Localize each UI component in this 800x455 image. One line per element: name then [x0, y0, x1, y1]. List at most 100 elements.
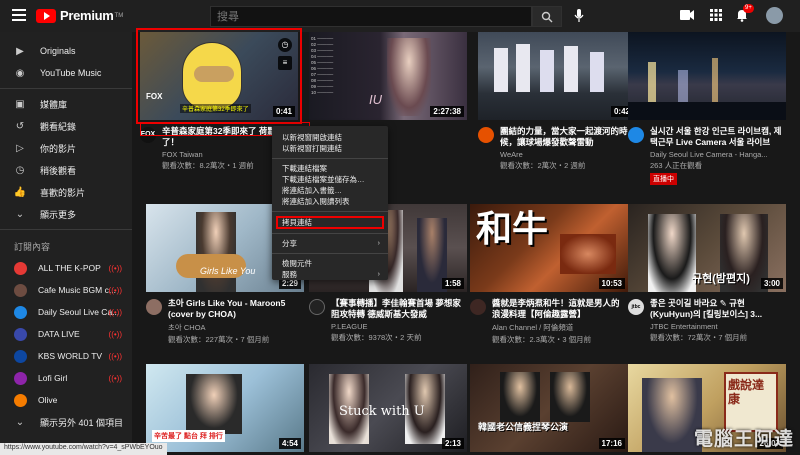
channel-avatar [14, 393, 27, 407]
channel-item[interactable]: KBS WORLD TV ((•)) [0, 345, 132, 367]
menu-item-open-new-window[interactable]: 以新視窗開啟連結 [272, 132, 388, 143]
video-thumbnail[interactable]: 01 ───── 02 ───── 03 ───── 04 ───── 05 ─────… [309, 32, 467, 120]
video-thumbnail[interactable]: 규현(밤편지) 3:00 [628, 204, 786, 292]
menu-item-add-bookmark[interactable]: 將連結加入書籤… [272, 185, 388, 196]
originals-icon: ▶ [16, 45, 24, 57]
video-title[interactable]: 실시간 서울 한강 인근트 라이브캠, 제택근무 Live Camera 서울 … [650, 126, 784, 148]
microphone-icon[interactable] [574, 9, 584, 23]
video-card[interactable]: 和牛 10:53 醬就是李炳焄和牛！這就是男人的浪漫料理【阿倫趣露營】 Alan… [470, 204, 628, 345]
video-title[interactable]: 團結的力量，當大家一起渡河的時候，讓球場爆發歡聲雷動 [500, 126, 634, 148]
video-card[interactable]: 01 ───── 02 ───── 03 ───── 04 ───── 05 ─────… [309, 32, 467, 120]
menu-item-download-save-as[interactable]: 下載連結檔案並儲存為… [272, 174, 388, 185]
video-stats: 觀看次數：72萬次・7 個月前 [650, 333, 748, 342]
sidebar-item-show-more[interactable]: ⌄ 顯示更多 [0, 203, 132, 225]
channel-item[interactable]: DATA LIVE ((•)) [0, 323, 132, 345]
sidebar-item-liked[interactable]: 👍 喜歡的影片 [0, 181, 132, 203]
video-channel[interactable]: Alan Channel / 阿倫頻道 [492, 322, 626, 333]
menu-icon[interactable] [12, 9, 26, 21]
video-card[interactable]: 규현(밤편지) 3:00 jtbc 좋은 곳이길 바라요 ✎ 규현 (KyuHy… [628, 204, 786, 343]
video-channel[interactable]: 초아 CHOA [168, 322, 302, 333]
video-card[interactable]: 辛苦最了 點台 拜 排行 4:54 [146, 364, 304, 452]
search-input[interactable] [210, 6, 532, 27]
video-title[interactable]: 초아 Girls Like You - Maroon5 (cover by CH… [168, 298, 302, 320]
video-channel[interactable]: JTBC Entertainment [650, 322, 784, 331]
video-thumbnail[interactable] [628, 32, 786, 120]
channel-item[interactable]: ALL THE K-POP ((•)) [0, 257, 132, 279]
highlight-box [136, 28, 302, 124]
apps-grid-icon[interactable] [710, 9, 722, 21]
video-thumbnail[interactable]: 和牛 10:53 [470, 204, 628, 292]
menu-item-copy-link[interactable]: 拷貝連結 [276, 216, 384, 229]
context-menu: 以新視窗開啟連結 以新視窗打開連結 下載連結檔案 下載連結檔案並儲存為… 將連結… [272, 126, 388, 280]
person-figure [550, 372, 590, 422]
channel-item[interactable]: Daily Seoul Live Ca... ((•)) [0, 301, 132, 323]
divider [0, 88, 132, 89]
channel-item[interactable]: Olive [0, 389, 132, 411]
menu-item-download-link[interactable]: 下載連結檔案 [272, 163, 388, 174]
building-light [648, 62, 656, 102]
video-card[interactable]: 실시간 서울 한강 인근트 라이브캠, 제택근무 Live Camera 서울 … [628, 32, 786, 185]
subscriptions-heading: 訂閱內容 [14, 242, 51, 252]
video-thumbnail[interactable]: Stuck with U 2:13 [309, 364, 467, 452]
menu-item-share[interactable]: 分享 › [272, 238, 388, 249]
video-channel[interactable]: Daily Seoul Live Camera - Hanga... [650, 150, 784, 159]
video-title[interactable]: 醬就是李炳焄和牛！這就是男人的浪漫料理【阿倫趣露營】 [492, 298, 626, 320]
channel-avatar [14, 371, 27, 385]
video-title[interactable]: 좋은 곳이길 바라요 ✎ 규현 (KyuHyun)의 [킬링보이스] 3... [650, 298, 784, 320]
channel-avatar[interactable] [146, 299, 162, 315]
avatar[interactable] [766, 7, 783, 24]
create-video-icon[interactable] [680, 9, 694, 21]
sidebar-item-history[interactable]: ↺ 觀看紀錄 [0, 115, 132, 137]
notifications-button[interactable]: 9+ [736, 4, 754, 22]
sidebar-item-originals[interactable]: ▶ Originals [0, 40, 132, 62]
sidebar-item-your-videos[interactable]: ▷ 你的影片 [0, 137, 132, 159]
channel-item[interactable]: Cafe Music BGM c... ((•)) [0, 279, 132, 301]
video-card[interactable]: 0:42 團結的力量，當大家一起渡河的時候，讓球場爆發歡聲雷動 WeAre 觀看… [478, 32, 636, 171]
channel-name: Lofi Girl [38, 373, 68, 383]
sidebar-partial-item[interactable] [0, 32, 132, 40]
video-channel[interactable]: WeAre [500, 150, 634, 159]
thumbnail-text: 辛苦最了 點台 拜 排行 [152, 430, 225, 442]
youtube-logo[interactable]: Premium TM [36, 8, 123, 23]
channel-avatar[interactable] [470, 299, 486, 315]
search-button[interactable] [532, 6, 562, 27]
channel-avatar[interactable] [309, 299, 325, 315]
video-card[interactable]: Stuck with U 2:13 [309, 364, 467, 452]
sidebar-item-label: 觀看紀錄 [40, 121, 77, 132]
video-channel[interactable]: P.LEAGUE [331, 322, 465, 331]
library-icon: ▣ [15, 98, 25, 110]
youtube-play-icon [36, 8, 56, 23]
menu-item-open-link[interactable]: 以新視窗打開連結 [272, 143, 388, 154]
sidebar-item-watch-later[interactable]: ◷ 稍後觀看 [0, 159, 132, 181]
channel-avatar[interactable] [628, 127, 644, 143]
grilled-meat [560, 234, 616, 274]
thumbnail-text: Girls Like You [200, 266, 256, 276]
chevron-down-icon: ⌄ [15, 416, 25, 428]
player-figure [540, 50, 554, 92]
video-stats: 觀看次數：2萬次・2 週前 [500, 161, 586, 170]
video-stats: 觀看次數：2.3萬次・3 個月前 [492, 335, 592, 344]
search-icon [541, 11, 553, 22]
thumbnail-text: 韓國老公信義捏琴公演 [478, 422, 569, 432]
logo-text: Premium [60, 8, 114, 23]
channel-avatar[interactable] [478, 127, 494, 143]
menu-item-inspect[interactable]: 檢閱元件 [272, 258, 388, 269]
player-figure [516, 44, 530, 92]
video-thumbnail[interactable]: 辛苦最了 點台 拜 排行 4:54 [146, 364, 304, 452]
menu-item-add-reading-list[interactable]: 將連結加入閱讀列表 [272, 196, 388, 207]
video-card[interactable]: 韓國老公信義捏琴公演 17:16 [470, 364, 628, 452]
sidebar-item-music[interactable]: ◉ YouTube Music [0, 62, 132, 84]
channel-name: Daily Seoul Live Ca... [38, 307, 120, 317]
sidebar-show-more-channels[interactable]: ⌄ 顯示另外 401 個項目 [0, 411, 132, 433]
channel-avatar[interactable]: jtbc [628, 299, 644, 315]
video-duration: 2:13 [441, 438, 464, 449]
sidebar-item-label: Originals [40, 46, 76, 56]
video-thumbnail[interactable]: 0:42 [478, 32, 636, 120]
menu-item-label: 分享 [282, 239, 297, 248]
sidebar-item-library[interactable]: ▣ 媒體庫 [0, 93, 132, 115]
video-title[interactable]: 【賽事轉播】李佳翰賽首場 夢想家阻攻特轉 德威斯基大發威 [331, 298, 465, 320]
video-thumbnail[interactable]: 韓國老公信義捏琴公演 17:16 [470, 364, 628, 452]
channel-item[interactable]: Lofi Girl ((•)) [0, 367, 132, 389]
your-videos-icon: ▷ [16, 142, 24, 154]
menu-item-services[interactable]: 服務 › [272, 269, 388, 280]
